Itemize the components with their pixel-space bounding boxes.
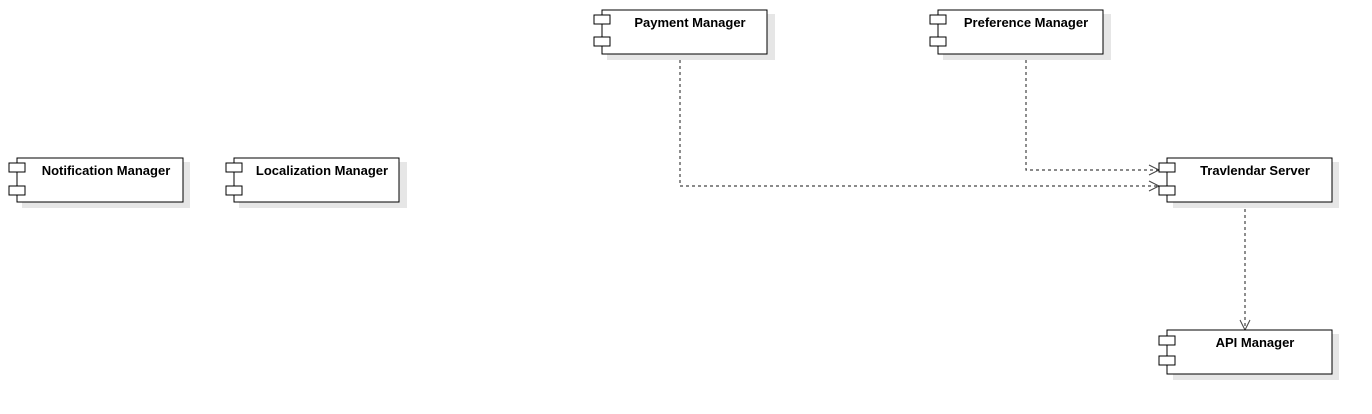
- component-icon: [1158, 162, 1176, 173]
- component-diagram: Notification Manager Localization Manage…: [8, 9, 1339, 380]
- component-travlendar-server[interactable]: Travlendar Server: [1158, 157, 1339, 208]
- component-label: Localization Manager: [256, 163, 388, 178]
- dependency-line: [679, 54, 1158, 187]
- component-label: Notification Manager: [42, 163, 171, 178]
- component-icon: [225, 185, 243, 196]
- component-icon: [8, 162, 26, 173]
- component-icon: [593, 36, 611, 47]
- component-icon: [8, 185, 26, 196]
- component-icon: [593, 14, 611, 25]
- component-label: Travlendar Server: [1200, 163, 1310, 178]
- component-icon: [225, 162, 243, 173]
- dependency-server-to-api[interactable]: [1239, 203, 1251, 332]
- component-icon: [1158, 355, 1176, 366]
- component-icon: [929, 36, 947, 47]
- component-localization-manager[interactable]: Localization Manager: [225, 157, 407, 208]
- component-preference-manager[interactable]: Preference Manager: [929, 9, 1111, 60]
- dependency-line: [1025, 54, 1158, 171]
- component-icon: [1158, 185, 1176, 196]
- component-icon: [929, 14, 947, 25]
- dependency-preference-to-server[interactable]: [1025, 54, 1161, 176]
- component-api-manager[interactable]: API Manager: [1158, 329, 1339, 380]
- component-label: Preference Manager: [964, 15, 1088, 30]
- dependency-payment-to-server[interactable]: [679, 54, 1161, 192]
- component-payment-manager[interactable]: Payment Manager: [593, 9, 775, 60]
- component-notification-manager[interactable]: Notification Manager: [8, 157, 190, 208]
- component-label: Payment Manager: [634, 15, 745, 30]
- component-icon: [1158, 335, 1176, 346]
- component-label: API Manager: [1216, 335, 1295, 350]
